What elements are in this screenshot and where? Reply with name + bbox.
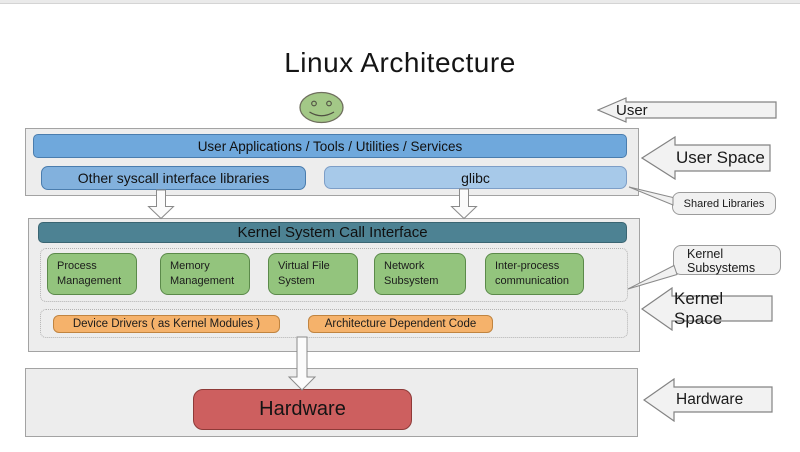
linux-architecture-diagram: Linux Architecture User Applications / T… <box>0 0 800 452</box>
hardware-pointer-arrow: Hardware <box>643 378 773 422</box>
virtual-file-system-label: Virtual File System <box>278 259 353 289</box>
user-arrow-label: User <box>597 97 777 123</box>
device-drivers-label: Device Drivers ( as Kernel Modules ) <box>73 318 260 330</box>
top-edge-strip <box>0 0 800 4</box>
shared-libraries-text: Shared Libraries <box>684 198 765 210</box>
hardware-box: Hardware <box>193 389 412 430</box>
kernel-subsystems-text-line2: Subsystems <box>687 261 780 275</box>
inter-process-communication-box: Inter-process communication <box>485 253 584 295</box>
memory-management-label: Memory Management <box>170 259 245 289</box>
user-space-arrow-label: User Space <box>641 136 771 180</box>
user-pointer-arrow: User <box>597 97 777 123</box>
architecture-dependent-code-box: Architecture Dependent Code <box>308 315 493 333</box>
virtual-file-system-box: Virtual File System <box>268 253 358 295</box>
hardware-box-label: Hardware <box>259 398 346 421</box>
kernel-space-pointer-arrow: Kernel Space <box>641 287 773 331</box>
user-space-pointer-arrow: User Space <box>641 136 771 180</box>
kernel-space-arrow-label: Kernel Space <box>641 287 773 331</box>
kernel-syscall-interface-bar: Kernel System Call Interface <box>38 222 627 243</box>
network-subsystem-box: Network Subsystem <box>374 253 466 295</box>
diagram-title: Linux Architecture <box>0 47 800 79</box>
shared-libraries-callout: Shared Libraries <box>672 192 776 215</box>
network-subsystem-label: Network Subsystem <box>384 259 461 289</box>
kernel-subsystems-callout: Kernel Subsystems <box>673 245 781 275</box>
smiley-user-icon <box>298 91 346 125</box>
user-applications-label: User Applications / Tools / Utilities / … <box>198 139 463 154</box>
other-syscall-libraries-box: Other syscall interface libraries <box>41 166 306 190</box>
process-management-box: Process Management <box>47 253 137 295</box>
other-syscall-libraries-label: Other syscall interface libraries <box>78 170 269 186</box>
memory-management-box: Memory Management <box>160 253 250 295</box>
hardware-arrow-label: Hardware <box>643 378 773 422</box>
device-drivers-box: Device Drivers ( as Kernel Modules ) <box>53 315 280 333</box>
inter-process-communication-label: Inter-process communication <box>495 259 579 289</box>
process-management-label: Process Management <box>57 259 132 289</box>
glibc-label: glibc <box>461 170 490 186</box>
user-applications-bar: User Applications / Tools / Utilities / … <box>33 134 627 158</box>
kernel-syscall-interface-label: Kernel System Call Interface <box>237 224 427 241</box>
kernel-subsystems-text-line1: Kernel <box>687 247 780 261</box>
architecture-dependent-code-label: Architecture Dependent Code <box>325 318 477 330</box>
glibc-box: glibc <box>324 166 627 189</box>
